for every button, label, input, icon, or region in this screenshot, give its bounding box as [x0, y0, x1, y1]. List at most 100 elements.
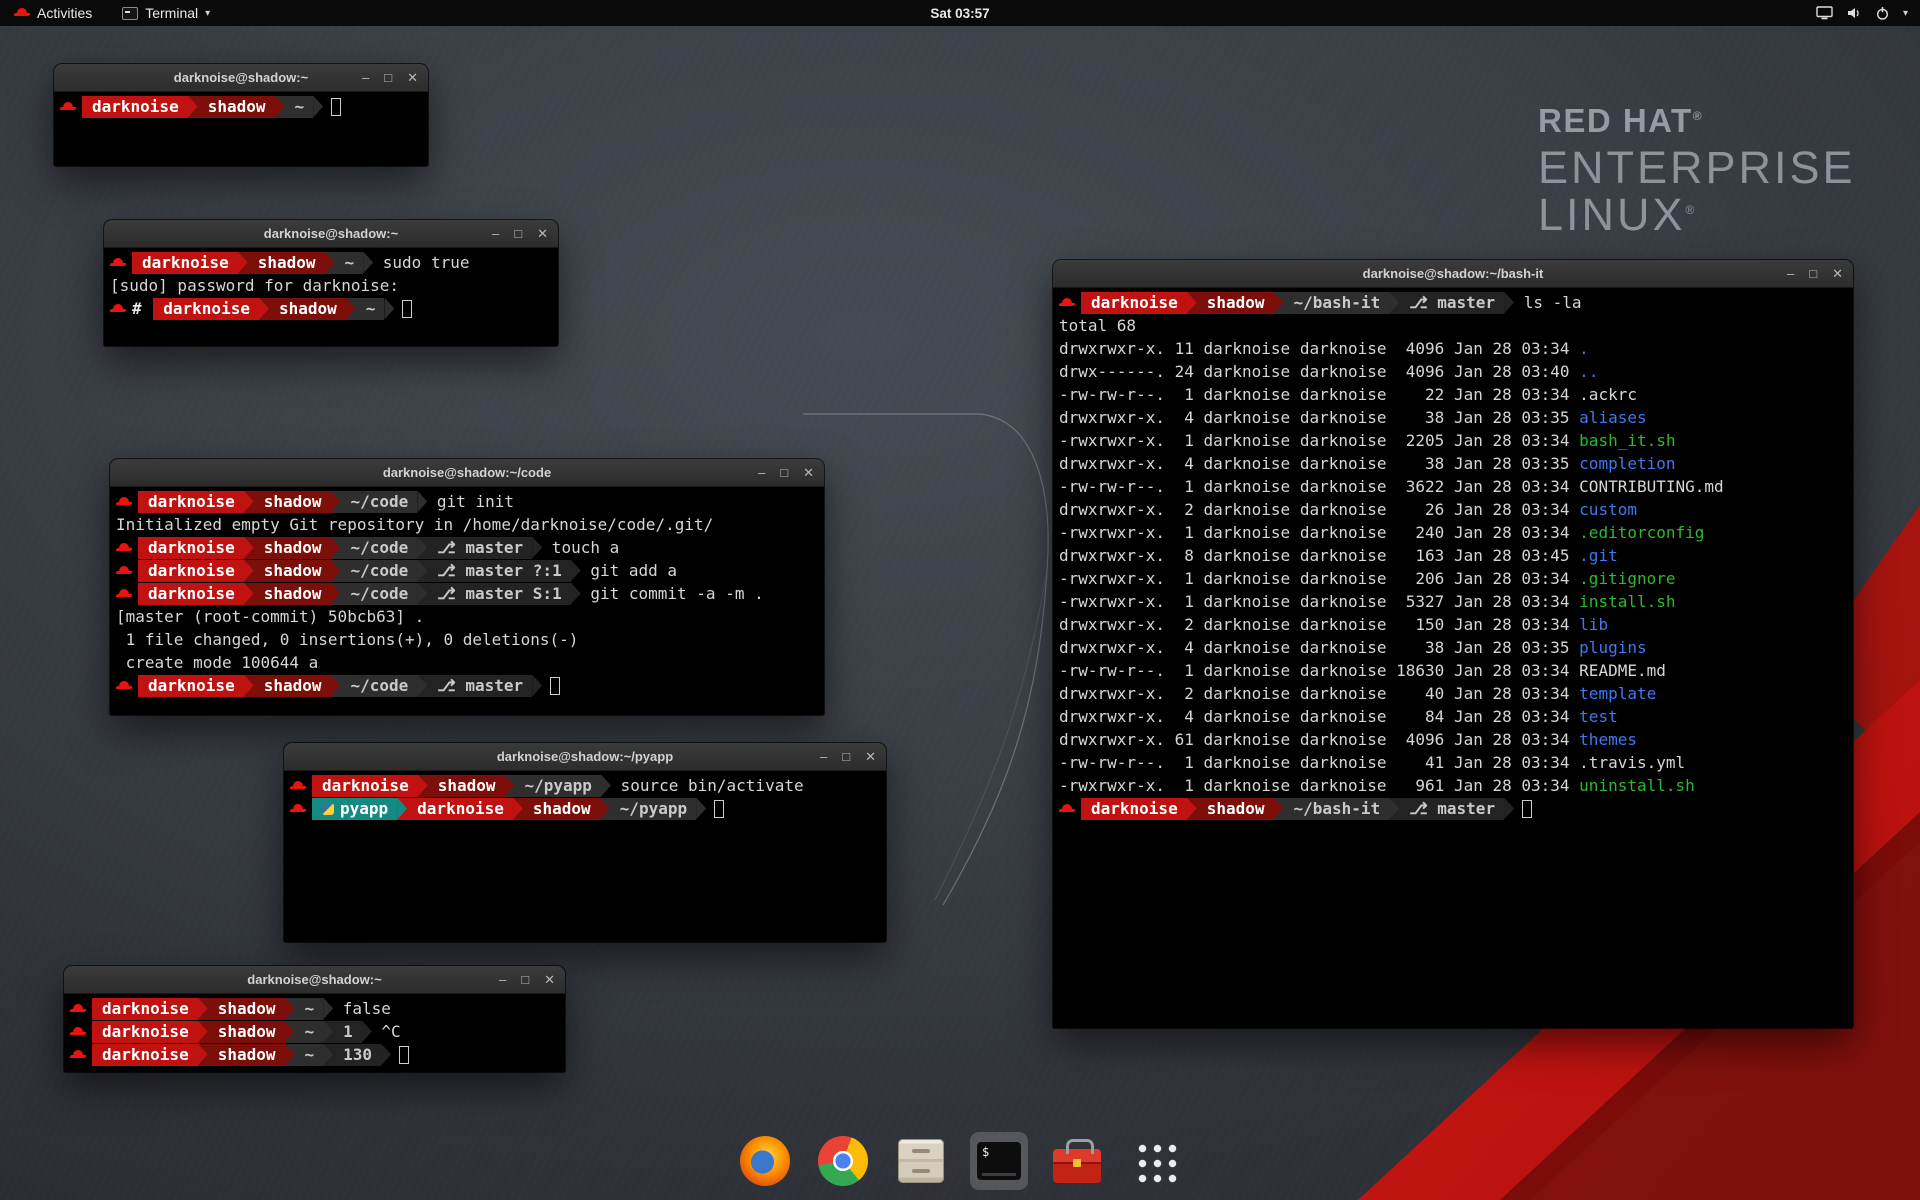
prompt-segment: darknoise [92, 998, 198, 1020]
titlebar[interactable]: darknoise@shadow:~/pyapp – □ ✕ [284, 743, 886, 771]
close-button[interactable]: ✕ [544, 973, 555, 986]
powerline-triangle [696, 798, 706, 820]
close-button[interactable]: ✕ [537, 227, 548, 240]
maximize-button[interactable]: □ [1809, 267, 1817, 280]
prompt-segment: ⎇ master [427, 537, 532, 559]
clock[interactable]: Sat 03:57 [930, 6, 989, 21]
app-menu-terminal[interactable]: Terminal ▾ [116, 0, 216, 26]
powerline-separator [532, 675, 542, 697]
terminal-window-pyapp[interactable]: darknoise@shadow:~/pyapp – □ ✕ darknoise… [284, 743, 886, 942]
prompt-segment: ~/code [341, 675, 418, 697]
maximize-button[interactable]: □ [521, 973, 529, 986]
command-text: git add a [581, 561, 677, 580]
prompt-segment: shadow [254, 537, 331, 559]
prompt-segment: ~ [295, 998, 324, 1020]
maximize-button[interactable]: □ [780, 466, 788, 479]
powerline-separator [198, 998, 208, 1020]
minimize-button[interactable]: – [492, 227, 499, 240]
titlebar[interactable]: darknoise@shadow:~ – □ ✕ [64, 966, 565, 994]
powerline-separator [417, 675, 427, 697]
file-meta: -rwxrwxr-x. 1 darknoise darknoise 961 Ja… [1059, 776, 1579, 795]
terminal-window-bash-it[interactable]: darknoise@shadow:~/bash-it – □ ✕ darknoi… [1053, 260, 1853, 1028]
dock-terminal[interactable]: $ [970, 1132, 1028, 1190]
minimize-button[interactable]: – [499, 973, 506, 986]
terminal-content[interactable]: darknoise shadow ~/code git init Initialize… [110, 487, 824, 715]
powerline-triangle [244, 675, 254, 697]
titlebar[interactable]: darknoise@shadow:~/bash-it – □ ✕ [1053, 260, 1853, 288]
dock-chrome[interactable] [814, 1132, 872, 1190]
file-name: .travis.yml [1579, 753, 1685, 772]
system-status-area[interactable]: ▾ [1816, 6, 1920, 21]
terminal-content[interactable]: darknoiseshadow~ [54, 92, 428, 166]
dock-files[interactable] [892, 1132, 950, 1190]
powerline-separator [244, 583, 254, 605]
minimize-button[interactable]: – [758, 466, 765, 479]
powerline-triangle [244, 583, 254, 605]
file-meta: drwxrwxr-x. 2 darknoise darknoise 26 Jan… [1059, 500, 1579, 519]
maximize-button[interactable]: □ [842, 750, 850, 763]
terminal-window-home-bottom[interactable]: darknoise@shadow:~ – □ ✕ darknoise shadow… [64, 966, 565, 1072]
terminal-cursor [550, 677, 560, 695]
file-name: bash_it.sh [1579, 431, 1675, 450]
maximize-button[interactable]: □ [514, 227, 522, 240]
prompt-segment: darknoise [92, 1044, 198, 1066]
command-text: git init [427, 492, 514, 511]
prompt-line: pyappdarknoiseshadow~/pyapp [290, 797, 880, 820]
file-name: . [1579, 339, 1589, 358]
powerline-triangle [198, 1021, 208, 1043]
maximize-button[interactable]: □ [384, 71, 392, 84]
powerline-triangle [571, 583, 581, 605]
powerline-triangle [323, 998, 333, 1020]
prompt-line: darknoiseshadow~ [60, 95, 422, 118]
prompt-segment: shadow [208, 1021, 285, 1043]
file-name: custom [1579, 500, 1637, 519]
titlebar[interactable]: darknoise@shadow:~/code – □ ✕ [110, 459, 824, 487]
powerline-separator [188, 96, 198, 118]
powerline-triangle [1504, 292, 1514, 314]
prompt-segment: 130 [333, 1044, 381, 1066]
titlebar[interactable]: darknoise@shadow:~ – □ ✕ [54, 64, 428, 92]
output-line: Initialized empty Git repository in /hom… [116, 513, 818, 536]
powerline-separator [1504, 292, 1514, 314]
minimize-button[interactable]: – [1787, 267, 1794, 280]
output-text: [sudo] password for darknoise: [110, 276, 399, 295]
terminal-window-home-small[interactable]: darknoise@shadow:~ – □ ✕ darknoiseshadow… [54, 64, 428, 166]
dock-firefox[interactable] [736, 1132, 794, 1190]
terminal-content[interactable]: darknoiseshadow~ falsedarknoiseshadow~1 … [64, 994, 565, 1072]
file-meta: -rwxrwxr-x. 1 darknoise darknoise 240 Ja… [1059, 523, 1579, 542]
titlebar[interactable]: darknoise@shadow:~ – □ ✕ [104, 220, 558, 248]
minimize-button[interactable]: – [362, 71, 369, 84]
command-text: false [333, 999, 391, 1018]
terminal-window-sudo[interactable]: darknoise@shadow:~ – □ ✕ darknoiseshadow… [104, 220, 558, 346]
prompt-line: darknoiseshadow~/code⎇ master S:1 git co… [116, 582, 818, 605]
prompt-segment: darknoise [138, 537, 244, 559]
prompt-line: darknoiseshadow~/pyapp source bin/activa… [290, 774, 880, 797]
close-button[interactable]: ✕ [803, 466, 814, 479]
terminal-content[interactable]: darknoiseshadow~/pyapp source bin/activa… [284, 771, 886, 942]
terminal-window-code[interactable]: darknoise@shadow:~/code – □ ✕ darknoises… [110, 459, 824, 715]
powerline-triangle [244, 560, 254, 582]
prompt-line: darknoiseshadow~/code⎇ master ?:1 git ad… [116, 559, 818, 582]
dock-toolbox[interactable] [1048, 1132, 1106, 1190]
output-line: drwxrwxr-x. 8 darknoise darknoise 163 Ja… [1059, 544, 1847, 567]
terminal-content[interactable]: darknoiseshadow~/bash-it⎇ master ls -lat… [1053, 288, 1853, 1028]
prompt-segment: ~/code [341, 583, 418, 605]
powerline-triangle [285, 1021, 295, 1043]
powerline-triangle [363, 252, 373, 274]
powerline-separator [1504, 798, 1514, 820]
terminal-content[interactable]: darknoiseshadow~ sudo true[sudo] passwor… [104, 248, 558, 346]
powerline-triangle [417, 675, 427, 697]
redhat-prompt-icon [116, 680, 132, 692]
powerline-separator [417, 491, 427, 513]
dock-show-apps[interactable] [1126, 1132, 1184, 1190]
activities-label: Activities [37, 5, 92, 21]
window-title: darknoise@shadow:~ [174, 70, 308, 85]
close-button[interactable]: ✕ [1832, 267, 1843, 280]
powerline-separator [244, 491, 254, 513]
close-button[interactable]: ✕ [407, 71, 418, 84]
powerline-triangle [188, 96, 198, 118]
activities-button[interactable]: Activities [8, 0, 98, 26]
app-grid-icon [1133, 1139, 1178, 1184]
minimize-button[interactable]: – [820, 750, 827, 763]
close-button[interactable]: ✕ [865, 750, 876, 763]
